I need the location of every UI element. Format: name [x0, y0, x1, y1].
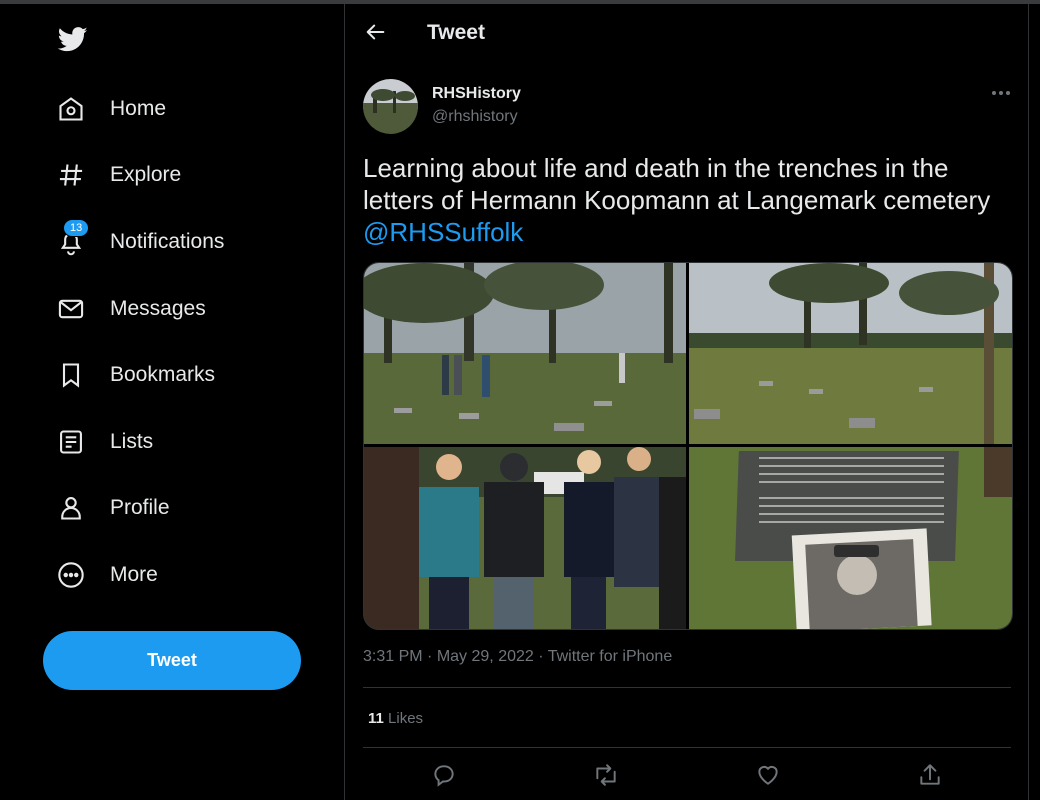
photo-1-group-in-cemetery[interactable] [364, 263, 686, 444]
hashtag-icon [56, 160, 86, 190]
avatar[interactable] [363, 79, 418, 134]
page-header: Tweet [345, 4, 1028, 64]
sidebar-item-label: More [110, 563, 158, 586]
sidebar-item-bookmarks[interactable]: Bookmarks [56, 353, 215, 397]
more-circle-icon [56, 560, 86, 590]
list-icon [56, 427, 86, 457]
likes-stat[interactable]: 11 Likes [368, 710, 423, 727]
meta-separator: · [538, 648, 548, 665]
back-arrow-icon[interactable] [365, 21, 387, 43]
sidebar-item-lists[interactable]: Lists [56, 420, 153, 464]
like-heart-icon[interactable] [755, 762, 781, 788]
author-name[interactable]: RHSHistory [432, 85, 521, 103]
twitter-logo-icon[interactable] [56, 24, 90, 54]
tweet-source[interactable]: Twitter for iPhone [548, 648, 673, 665]
sidebar-item-label: Explore [110, 163, 182, 186]
person-icon [56, 493, 86, 523]
bookmark-icon [56, 360, 86, 390]
sidebar-item-label: Home [110, 97, 167, 120]
sidebar-item-explore[interactable]: Explore [56, 153, 181, 197]
tweet-text: Learning about life and death in the tre… [363, 152, 1013, 248]
envelope-icon [56, 294, 86, 324]
main-right-divider [1028, 4, 1029, 800]
bell-icon: 13 [56, 219, 90, 257]
photo-4-grave-stone-with-portrait[interactable] [689, 447, 1012, 629]
likes-label: Likes [388, 710, 424, 727]
divider-line [363, 687, 1011, 688]
sidebar-item-profile[interactable]: Profile [56, 486, 170, 530]
mention-link[interactable]: @RHSSuffolk [363, 217, 523, 247]
sidebar-item-label: Messages [110, 297, 206, 320]
sidebar-item-label: Lists [110, 430, 154, 453]
sidebar-item-messages[interactable]: Messages [56, 287, 206, 331]
sidebar: Home Explore 13 Notifications Messages B… [0, 4, 344, 800]
page-title: Tweet [427, 21, 485, 44]
tweet-metadata: 3:31 PM · May 29, 2022 · Twitter for iPh… [363, 648, 672, 666]
divider-line [363, 747, 1011, 748]
meta-separator: · [427, 648, 437, 665]
likes-count: 11 [368, 710, 384, 727]
tweet-time[interactable]: 3:31 PM [363, 648, 423, 665]
more-options-icon[interactable] [988, 83, 1014, 103]
photo-3-students-reading[interactable] [364, 447, 686, 629]
tweet-date[interactable]: May 29, 2022 [437, 648, 534, 665]
sidebar-item-notifications[interactable]: 13 Notifications [56, 219, 225, 264]
photo-2-cemetery-field[interactable] [689, 263, 1012, 444]
share-icon[interactable] [917, 762, 943, 788]
tweet-body: Learning about life and death in the tre… [363, 153, 991, 215]
compose-tweet-button[interactable]: Tweet [43, 631, 301, 690]
sidebar-item-more[interactable]: More [56, 553, 158, 597]
retweet-icon[interactable] [593, 762, 619, 788]
sidebar-item-home[interactable]: Home [56, 87, 166, 131]
sidebar-item-label: Notifications [110, 230, 225, 253]
sidebar-divider [344, 4, 345, 800]
media-grid [363, 262, 1013, 630]
sidebar-item-label: Profile [110, 496, 170, 519]
author-handle[interactable]: @rhshistory [432, 108, 518, 126]
sidebar-item-label: Bookmarks [110, 363, 216, 386]
reply-icon[interactable] [431, 762, 457, 788]
home-icon [56, 94, 86, 124]
notifications-count-badge: 13 [63, 219, 90, 237]
